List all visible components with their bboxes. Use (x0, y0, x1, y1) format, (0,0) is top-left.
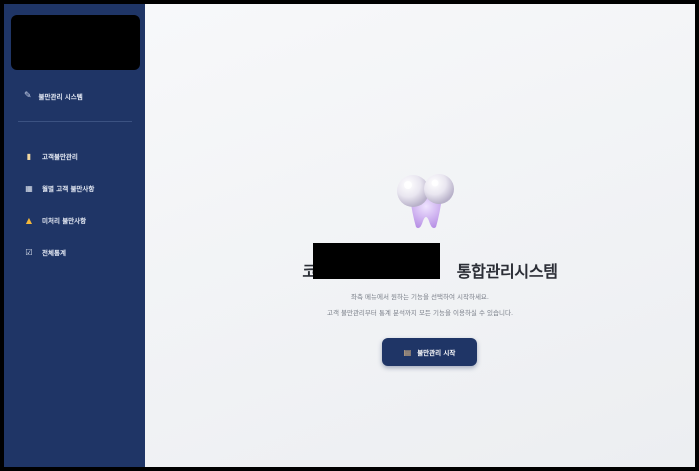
sidebar-item-label: 전체통계 (42, 249, 66, 257)
clipboard-icon: ▮ (26, 151, 32, 161)
start-button-label: 불만관리 시작 (417, 349, 456, 357)
calendar-icon: ▦ (25, 183, 33, 193)
sidebar-divider (18, 121, 132, 122)
app-window: ✎ 불만관리 시스템 ▮ 고객불만관리 ▦ 월별 고객 불만사항 ▲ 미처리 불… (4, 4, 695, 467)
sidebar-item-complaint-management[interactable]: ▮ 고객불만관리 (24, 140, 94, 172)
sidebar-item-statistics[interactable]: ☑ 전체통계 (24, 236, 94, 268)
description-line-1: 좌측 메뉴에서 원하는 기능을 선택하여 시작하세요. (351, 293, 489, 301)
sidebar-title-label: 불만관리 시스템 (38, 93, 83, 101)
sidebar-item-label: 고객불만관리 (42, 153, 78, 161)
sidebar-menu: ▮ 고객불만관리 ▦ 월별 고객 불만사항 ▲ 미처리 불만사항 ☑ 전체통계 (24, 140, 94, 268)
sidebar-title[interactable]: ✎ 불만관리 시스템 (24, 91, 83, 101)
warning-icon: ▲ (25, 215, 33, 225)
title-redacted (313, 243, 440, 279)
main-content: 코 통합관리시스템 좌측 메뉴에서 원하는 기능을 선택하여 시작하세요. 고객 … (145, 4, 695, 467)
logo-area-redacted (11, 15, 140, 70)
document-icon: ▤ (403, 347, 412, 357)
sidebar-item-label: 월별 고객 불만사항 (42, 185, 95, 193)
page-title: 코 통합관리시스템 (145, 243, 695, 284)
description-line-2: 고객 불만관리부터 통계 분석까지 모든 기능을 이용하실 수 있습니다. (326, 309, 514, 317)
sidebar: ✎ 불만관리 시스템 ▮ 고객불만관리 ▦ 월별 고객 불만사항 ▲ 미처리 불… (4, 4, 145, 467)
chart-icon: ☑ (25, 247, 33, 257)
sidebar-item-unresolved-complaints[interactable]: ▲ 미처리 불만사항 (24, 204, 94, 236)
sidebar-item-label: 미처리 불만사항 (42, 217, 87, 225)
sidebar-item-monthly-complaints[interactable]: ▦ 월별 고객 불만사항 (24, 172, 94, 204)
tooth-icon (397, 174, 454, 229)
start-complaint-button[interactable]: ▤ 불만관리 시작 (382, 338, 477, 366)
pencil-icon: ✎ (24, 91, 32, 101)
